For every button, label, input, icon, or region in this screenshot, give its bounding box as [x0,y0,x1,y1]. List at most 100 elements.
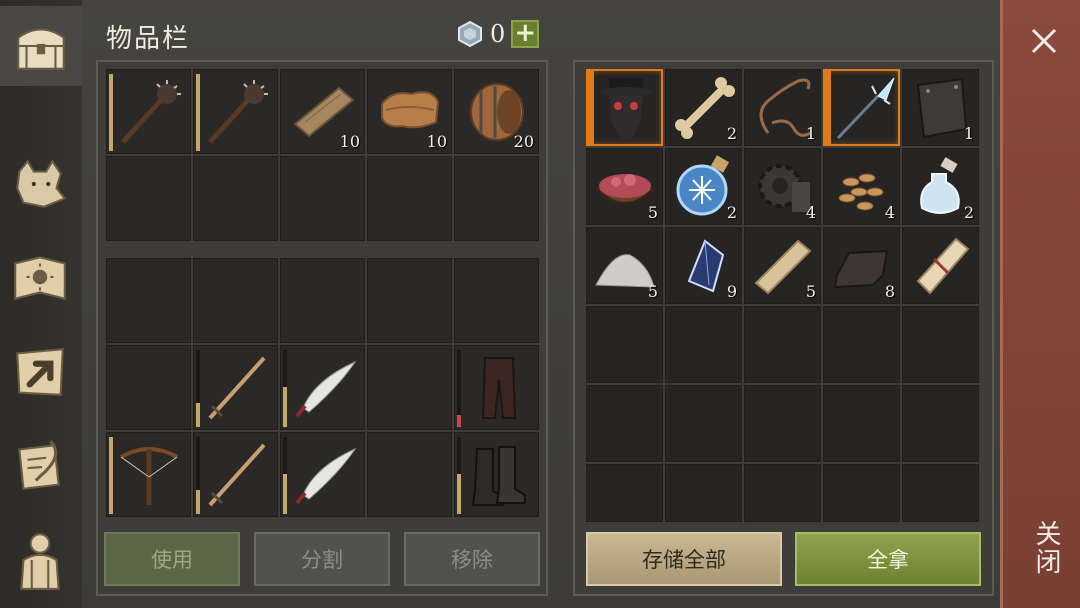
map-arrow-icon [16,348,64,396]
close-panel[interactable]: 关闭 [1000,0,1080,608]
tab-quests[interactable] [6,426,74,506]
container-slot[interactable]: 2 [902,148,979,225]
item-quantity: 2 [726,203,737,222]
equipment-slot[interactable] [280,432,365,517]
inventory-slot[interactable] [106,69,191,154]
equipment-slot[interactable] [367,432,452,517]
sun-book-icon [14,256,66,300]
container-slot[interactable] [902,385,979,462]
backpack-icon [20,533,60,590]
boots-icon [471,446,526,506]
item-quantity: 1 [805,124,816,143]
item-quantity: 9 [726,282,737,301]
container-slot[interactable] [586,306,663,383]
remove-button[interactable]: 移除 [404,532,540,586]
currency-value: 0 [490,20,506,48]
equipment-slot[interactable] [106,432,191,517]
tab-character[interactable] [6,520,74,600]
close-label[interactable]: 关闭 [1025,520,1065,576]
container-slot[interactable]: 5 [744,227,821,304]
equipment-slot[interactable] [367,258,452,343]
equipment-slot[interactable] [454,432,539,517]
sidebar-nav [0,0,82,608]
container-slot[interactable]: 1 [902,69,979,146]
item-quantity: 1 [963,124,974,143]
container-slot[interactable]: 8 [823,227,900,304]
item-quantity: 2 [726,124,737,143]
container-slot[interactable] [665,385,742,462]
wolf-icon [16,159,67,208]
item-quantity: 2 [963,203,974,222]
container-slot[interactable]: 4 [823,148,900,225]
close-icon[interactable] [1029,26,1059,56]
add-currency-button[interactable]: + [511,20,540,48]
tab-crafting[interactable] [6,332,74,412]
page-title: 物品栏 [106,24,191,54]
equipment-slot[interactable] [193,258,278,343]
inventory-slot[interactable] [280,156,365,241]
equipment-slot[interactable] [193,432,278,517]
item-quantity: 4 [805,203,816,222]
container-slot[interactable]: 4 [744,148,821,225]
sword-icon [208,443,266,507]
item-quantity: 10 [339,132,360,151]
currency-display: 0 + [456,18,540,50]
spiked-mace-icon [121,80,181,144]
equipment-slot[interactable] [280,258,365,343]
container-slot[interactable] [823,385,900,462]
scroll-feather-icon [18,440,60,490]
inventory-slot[interactable] [454,156,539,241]
sword-icon [208,356,266,420]
container-slot[interactable] [744,464,821,522]
inventory-slot[interactable]: 10 [280,69,365,154]
equipment-slot[interactable] [280,345,365,430]
container-slot[interactable] [902,227,979,304]
use-button[interactable]: 使用 [104,532,240,586]
equipment-slot[interactable] [454,258,539,343]
equipment-slot[interactable] [367,345,452,430]
split-button[interactable]: 分割 [254,532,390,586]
container-slot[interactable] [665,464,742,522]
container-slot[interactable] [823,306,900,383]
container-slot[interactable] [744,385,821,462]
container-slot[interactable]: 2 [665,148,742,225]
container-slot[interactable]: 9 [665,227,742,304]
inventory-slot[interactable]: 10 [367,69,452,154]
container-slot[interactable]: 2 [665,69,742,146]
container-slot[interactable] [823,464,900,522]
inventory-slot[interactable]: 20 [454,69,539,154]
inventory-slot[interactable] [193,69,278,154]
inventory-slot[interactable] [193,156,278,241]
container-slot[interactable] [586,69,663,146]
container-slot[interactable] [902,464,979,522]
pants-icon [481,357,517,419]
equipment-slot[interactable] [193,345,278,430]
item-quantity: 4 [884,203,895,222]
container-slot[interactable] [744,306,821,383]
inventory-slot[interactable] [106,156,191,241]
container-slot[interactable] [586,385,663,462]
equipment-slot[interactable] [106,258,191,343]
item-quantity: 5 [805,282,816,301]
container-slot[interactable] [586,464,663,522]
scroll-icon [916,237,970,295]
plague-mask-icon [600,78,652,140]
equipment-slot[interactable] [454,345,539,430]
tab-skills[interactable] [6,238,74,318]
container-slot[interactable]: 1 [744,69,821,146]
container-slot[interactable] [665,306,742,383]
silver-coin-icon [458,20,482,48]
container-slot[interactable] [902,306,979,383]
item-quantity: 5 [647,203,658,222]
equipment-slot[interactable] [106,345,191,430]
container-slot[interactable]: 5 [586,227,663,304]
item-quantity: 8 [884,282,895,301]
take-all-button[interactable]: 全拿 [795,532,981,586]
tab-inventory[interactable] [0,6,82,86]
tab-wolf[interactable] [6,144,74,224]
crossbow-icon [120,447,178,505]
container-slot[interactable] [823,69,900,146]
inventory-slot[interactable] [367,156,452,241]
container-slot[interactable]: 5 [586,148,663,225]
store-all-button[interactable]: 存储全部 [586,532,782,586]
